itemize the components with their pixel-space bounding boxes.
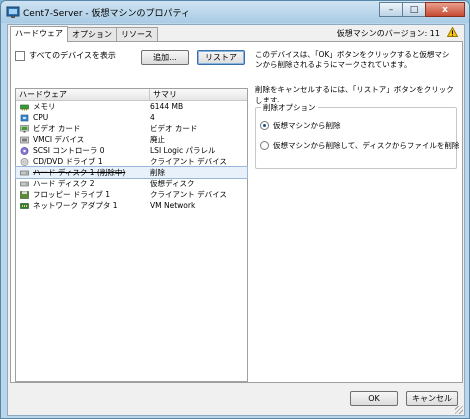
removal-options-group: 削除オプション 仮想マシンから削除 仮想マシンから削除して、ディスクからファイル… [255,102,459,169]
table-row[interactable]: メモリ 6144 MB [16,101,247,112]
hardware-summary: 廃止 [150,135,165,144]
scsi-controller-icon [20,146,29,155]
table-row[interactable]: CD/DVD ドライブ 1 クライアント デバイス [16,156,247,167]
hardware-summary: LSI Logic パラレル [150,146,216,155]
hardware-summary: ビデオ カード [150,124,198,133]
hardware-name-cell: CD/DVD ドライブ 1 [16,156,150,167]
table-row[interactable]: フロッピー ドライブ 1 クライアント デバイス [16,189,247,200]
remove-from-vm-option[interactable]: 仮想マシンから削除 [260,120,341,131]
vm-version: 仮想マシンのバージョン: 11 [336,29,440,38]
remove-and-delete-option[interactable]: 仮想マシンから削除して、ディスクからファイルを削除 [260,140,459,151]
minimize-button[interactable]: – [379,2,403,17]
hardware-summary: 削除 [150,168,165,177]
hardware-summary: クライアント デバイス [150,157,227,166]
hardware-list: ハードウェア サマリ メモリ 6144 MB CPU 4 ビデオ カード ビデオ カード V… [15,88,248,382]
hardware-name: フロッピー ドライブ 1 [33,190,111,199]
remove-from-vm-label: 仮想マシンから削除 [273,121,341,130]
show-all-devices[interactable]: すべてのデバイスを表示 [15,50,116,61]
hardware-name: メモリ [33,102,56,111]
hardware-name-cell: ビデオ カード [16,123,150,134]
remove-from-vm-radio[interactable] [260,121,269,130]
removal-options-title: 削除オプション [261,102,318,113]
hardware-summary: 仮想ディスク [150,179,195,188]
hardware-name: VMCI デバイス [33,135,85,144]
remove-and-delete-label: 仮想マシンから削除して、ディスクからファイルを削除 [273,141,460,150]
hardware-name: CD/DVD ドライブ 1 [33,157,103,166]
title-bar[interactable]: Cent7-Server - 仮想マシンのプロパティ – □ x [1,1,469,23]
tab-options[interactable]: オプション [67,27,117,41]
tab-strip: ハードウェア オプション リソース [10,26,158,42]
table-row[interactable]: SCSI コントローラ 0 LSI Logic パラレル [16,145,247,156]
table-row[interactable]: CPU 4 [16,112,247,123]
hard-disk-icon [20,170,29,175]
show-all-checkbox[interactable] [15,50,25,61]
hardware-name-cell: VMCI デバイス [16,134,150,145]
memory-icon [20,104,29,110]
warning-icon [447,27,458,37]
properties-window: Cent7-Server - 仮想マシンのプロパティ – □ x ハードウェア … [0,0,470,419]
hardware-name: CPU [33,113,49,122]
hardware-name-cell: メモリ [16,101,150,112]
video-card-icon [20,124,29,132]
dialog-content: ハードウェア オプション リソース 仮想マシンのバージョン: 11 すべてのデバ… [7,24,465,416]
window-controls: – □ x [379,2,465,18]
tab-hardware[interactable]: ハードウェア [10,26,68,42]
maximize-button[interactable]: □ [402,2,426,17]
hardware-list-header: ハードウェア サマリ [16,89,247,101]
hardware-summary: クライアント デバイス [150,190,227,199]
dialog-footer: OK キャンセル [8,381,464,415]
hardware-summary: 6144 MB [150,102,184,111]
hardware-rows: メモリ 6144 MB CPU 4 ビデオ カード ビデオ カード VMCI デバイス 廃止 S… [15,101,248,211]
hardware-name: ハード ディスク 1 (削除中) [33,168,126,177]
table-row[interactable]: VMCI デバイス 廃止 [16,134,247,145]
add-button[interactable]: 追加... [141,50,189,65]
hardware-name-cell: SCSI コントローラ 0 [16,145,150,156]
hardware-summary: VM Network [150,201,196,210]
resize-grip-icon[interactable] [455,406,463,414]
cpu-icon [20,114,29,121]
hardware-name: ハード ディスク 2 [33,179,95,188]
hardware-name-cell: ネットワーク アダプタ 1 [16,200,150,211]
network-adapter-icon [20,202,29,209]
cancel-button[interactable]: キャンセル [406,391,458,406]
hardware-name-cell: ハード ディスク 2 [16,178,150,189]
vm-app-icon [6,6,20,18]
hardware-name: ビデオ カード [33,124,81,133]
restore-button[interactable]: リストア [197,50,245,65]
hardware-name: SCSI コントローラ 0 [33,146,105,155]
column-summary[interactable]: サマリ [150,89,177,100]
removal-description: このデバイスは、「OK」ボタンをクリックすると仮想マシンから削除されるようにマー… [255,50,450,69]
hard-disk-icon [20,181,29,186]
table-row[interactable]: ビデオ カード ビデオ カード [16,123,247,134]
table-row[interactable]: ハード ディスク 1 (削除中) 削除 [15,166,248,179]
tab-resources[interactable]: リソース [116,27,158,41]
hardware-panel: すべてのデバイスを表示 追加... リストア ハードウェア サマリ メモリ 614… [10,41,463,383]
hardware-name: ネットワーク アダプタ 1 [33,201,118,210]
hardware-summary: 4 [150,113,155,122]
hardware-name-cell: フロッピー ドライブ 1 [16,189,150,200]
floppy-drive-icon [20,190,29,199]
cd-dvd-icon [20,157,29,166]
table-row[interactable]: ネットワーク アダプタ 1 VM Network [16,200,247,211]
window-title: Cent7-Server - 仮想マシンのプロパティ [23,9,190,19]
vmci-device-icon [20,136,29,143]
show-all-label: すべてのデバイスを表示 [29,51,116,60]
hardware-name-cell: CPU [16,112,150,123]
column-hardware[interactable]: ハードウェア [16,89,150,100]
ok-button[interactable]: OK [350,391,398,406]
hardware-name-cell: ハード ディスク 1 (削除中) [16,167,150,178]
remove-and-delete-radio[interactable] [260,141,269,150]
close-button[interactable]: x [425,2,465,17]
table-row[interactable]: ハード ディスク 2 仮想ディスク [16,178,247,189]
